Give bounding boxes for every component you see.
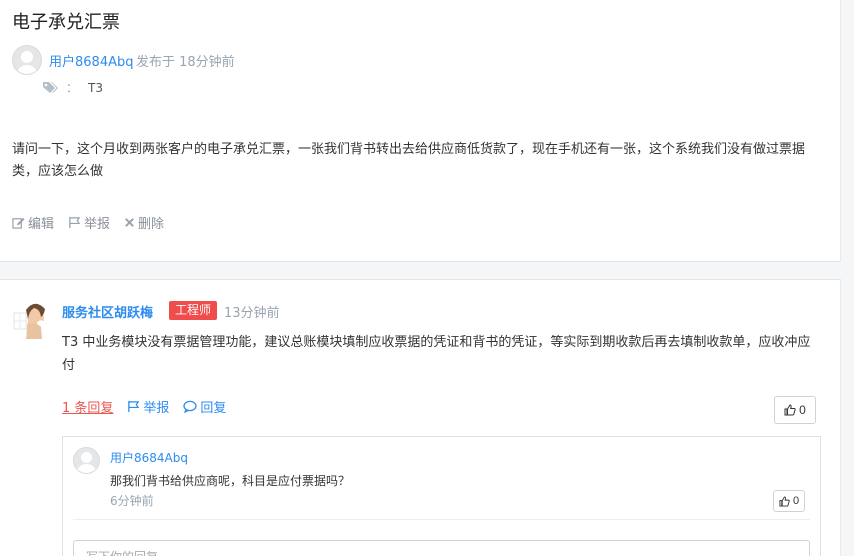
reply-like-button[interactable]: 0: [773, 490, 805, 512]
answer-author-link[interactable]: 服务社区胡跃梅: [62, 302, 153, 321]
comment-icon: [183, 400, 198, 413]
delete-button[interactable]: 删除: [124, 213, 164, 232]
edit-icon: [12, 217, 25, 229]
answer-author-avatar[interactable]: [13, 299, 49, 339]
flag-icon: [69, 216, 81, 229]
answer-body: T3 中业务模块没有票据管理功能，建议总账模块填制应收票据的凭证和背书的凭证，等…: [62, 335, 811, 373]
question-title: 电子承兑汇票: [12, 12, 120, 33]
reply-time: 6分钟前: [110, 494, 154, 508]
question-body: 请问一下，这个月收到两张客户的电子承兑汇票，一张我们背书转出去给供应商低货款了，…: [12, 142, 806, 179]
question-author-link[interactable]: 用户8684Abq: [49, 51, 133, 70]
question-actions: 编辑 举报 删除: [12, 213, 178, 232]
question-author-avatar[interactable]: [12, 45, 42, 75]
answer-reply-button[interactable]: 回复: [183, 397, 226, 416]
reply-author-link[interactable]: 用户8684Abq: [110, 449, 188, 466]
reply-count-link[interactable]: 1 条回复: [62, 397, 113, 416]
close-icon: [125, 218, 134, 227]
tag-t3[interactable]: T3: [88, 81, 103, 95]
tag-colon: ：: [66, 81, 79, 95]
edit-label: 编辑: [28, 217, 55, 232]
answer-actions: 1 条回复 举报 回复: [62, 397, 240, 416]
reply-author-avatar[interactable]: [73, 447, 100, 474]
engineer-badge: 工程师: [169, 301, 218, 320]
tag-row: ： T3: [42, 79, 103, 96]
flag-icon: [128, 400, 140, 413]
answer-report-label: 举报: [143, 401, 170, 416]
reply-divider: [73, 519, 810, 520]
answer-like-button[interactable]: 0: [774, 396, 816, 424]
tags-icon: [43, 81, 58, 93]
delete-label: 删除: [138, 217, 165, 232]
reply-text: 那我们背书给供应商呢，科目是应付票据吗？: [110, 474, 351, 488]
reply-like-count: 0: [792, 495, 800, 507]
question-posted-time: 发布于 18分钟前: [136, 55, 235, 70]
answer-time: 13分钟前: [224, 306, 280, 321]
answer-reply-label: 回复: [200, 401, 227, 416]
answer-like-count: 0: [799, 403, 806, 417]
report-label: 举报: [84, 217, 111, 232]
edit-button[interactable]: 编辑: [12, 213, 54, 232]
thumbs-up-icon: [779, 495, 790, 507]
thumbs-up-icon: [784, 404, 796, 416]
reply-input[interactable]: [73, 540, 810, 556]
answer-report-button[interactable]: 举报: [127, 397, 169, 416]
report-button[interactable]: 举报: [68, 213, 110, 232]
